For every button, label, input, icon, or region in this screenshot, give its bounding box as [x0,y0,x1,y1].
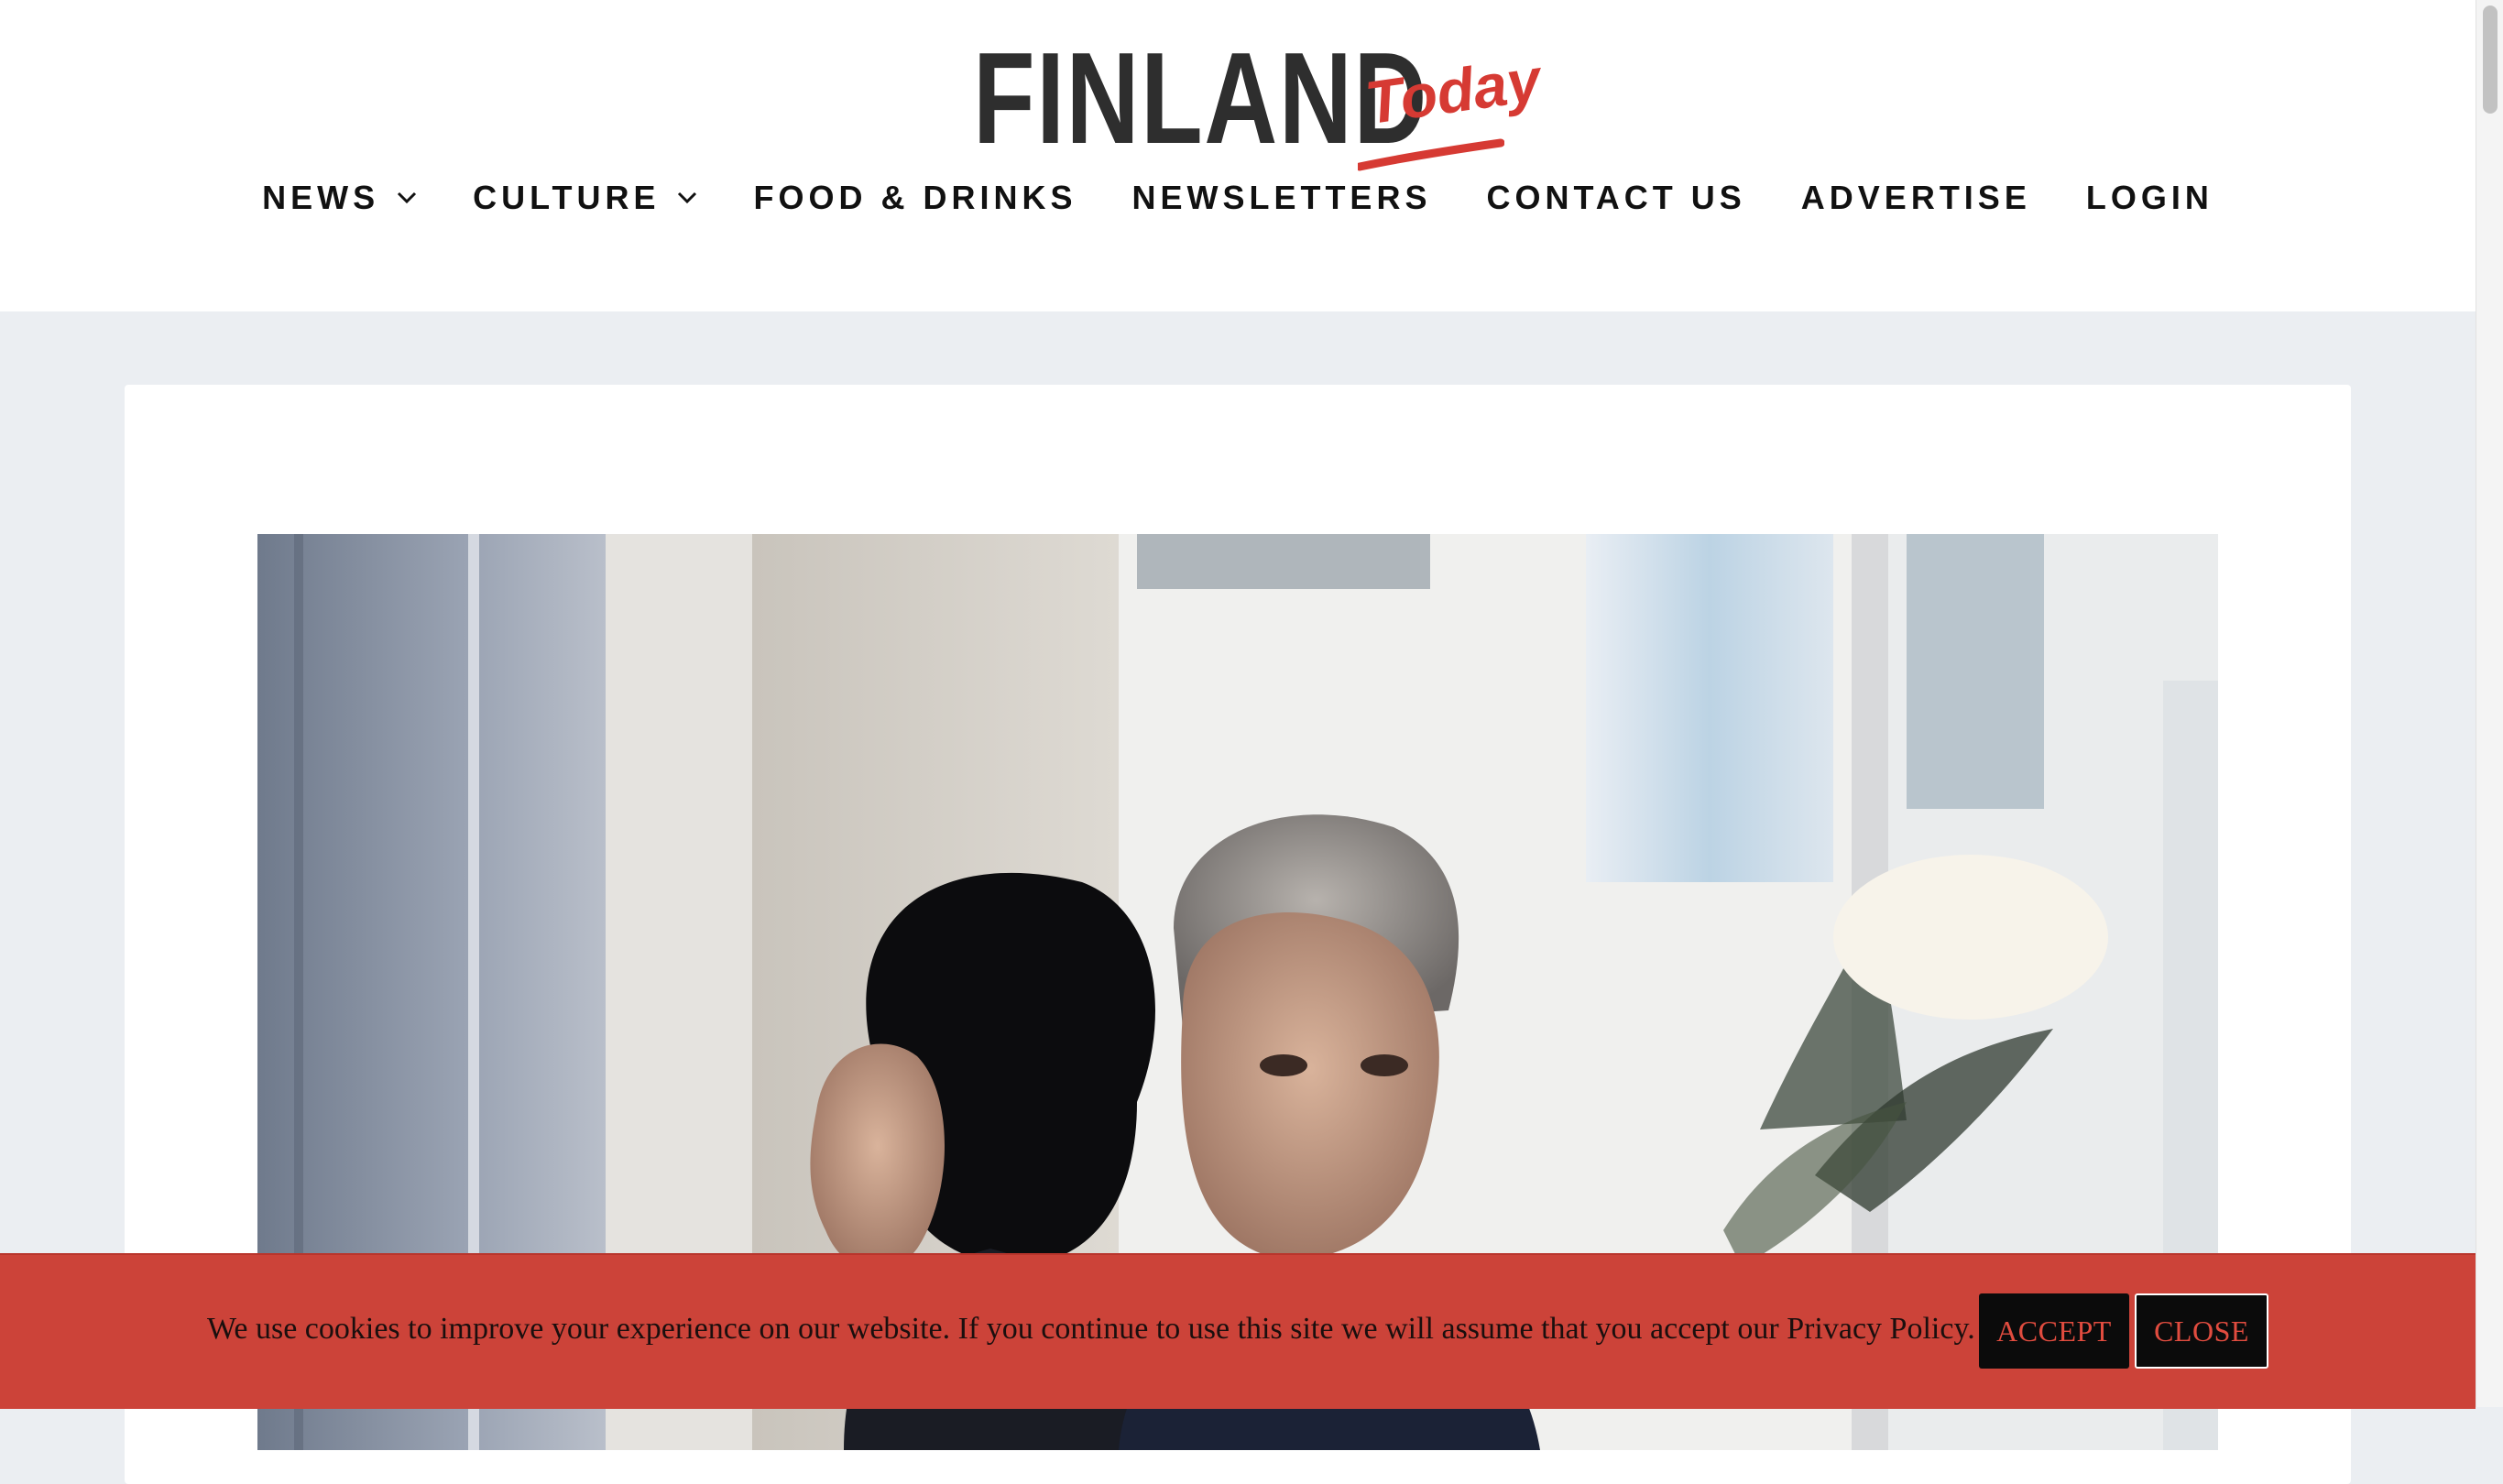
nav-item-label: ADVERTISE [1800,179,2031,216]
chevron-down-icon [678,191,697,204]
logo-swoosh-icon [1358,138,1504,171]
site-header: FINLAND Today NEWS CULTURE FOOD & DRINKS… [0,0,2476,311]
site-logo[interactable]: FINLAND Today [973,34,1545,171]
nav-item-advertise[interactable]: ADVERTISE [1801,179,2031,217]
nav-item-login[interactable]: LOGIN [2086,179,2213,217]
accept-button[interactable]: ACCEPT [1979,1293,2129,1369]
nav-item-label: FOOD & DRINKS [753,179,1077,216]
cookie-consent-banner: We use cookies to improve your experienc… [0,1253,2476,1409]
nav-item-contact-us[interactable]: CONTACT US [1486,179,1745,217]
vertical-scrollbar[interactable] [2476,0,2503,1407]
chevron-down-icon [398,191,417,204]
nav-item-label: CULTURE [473,179,661,216]
cookie-message: We use cookies to improve your experienc… [207,1312,1975,1346]
nav-item-label: CONTACT US [1486,179,1746,216]
nav-item-label: LOGIN [2085,179,2213,216]
close-button[interactable]: CLOSE [2135,1293,2268,1369]
scrollbar-thumb[interactable] [2483,5,2498,114]
nav-item-news[interactable]: NEWS [262,179,418,217]
nav-item-food-drinks[interactable]: FOOD & DRINKS [753,179,1077,217]
nav-item-culture[interactable]: CULTURE [473,179,698,217]
nav-item-label: NEWS [262,179,380,216]
nav-item-newsletters[interactable]: NEWSLETTERS [1131,179,1431,217]
main-nav: NEWS CULTURE FOOD & DRINKS NEWSLETTERS C… [0,172,2476,224]
nav-item-label: NEWSLETTERS [1131,179,1432,216]
